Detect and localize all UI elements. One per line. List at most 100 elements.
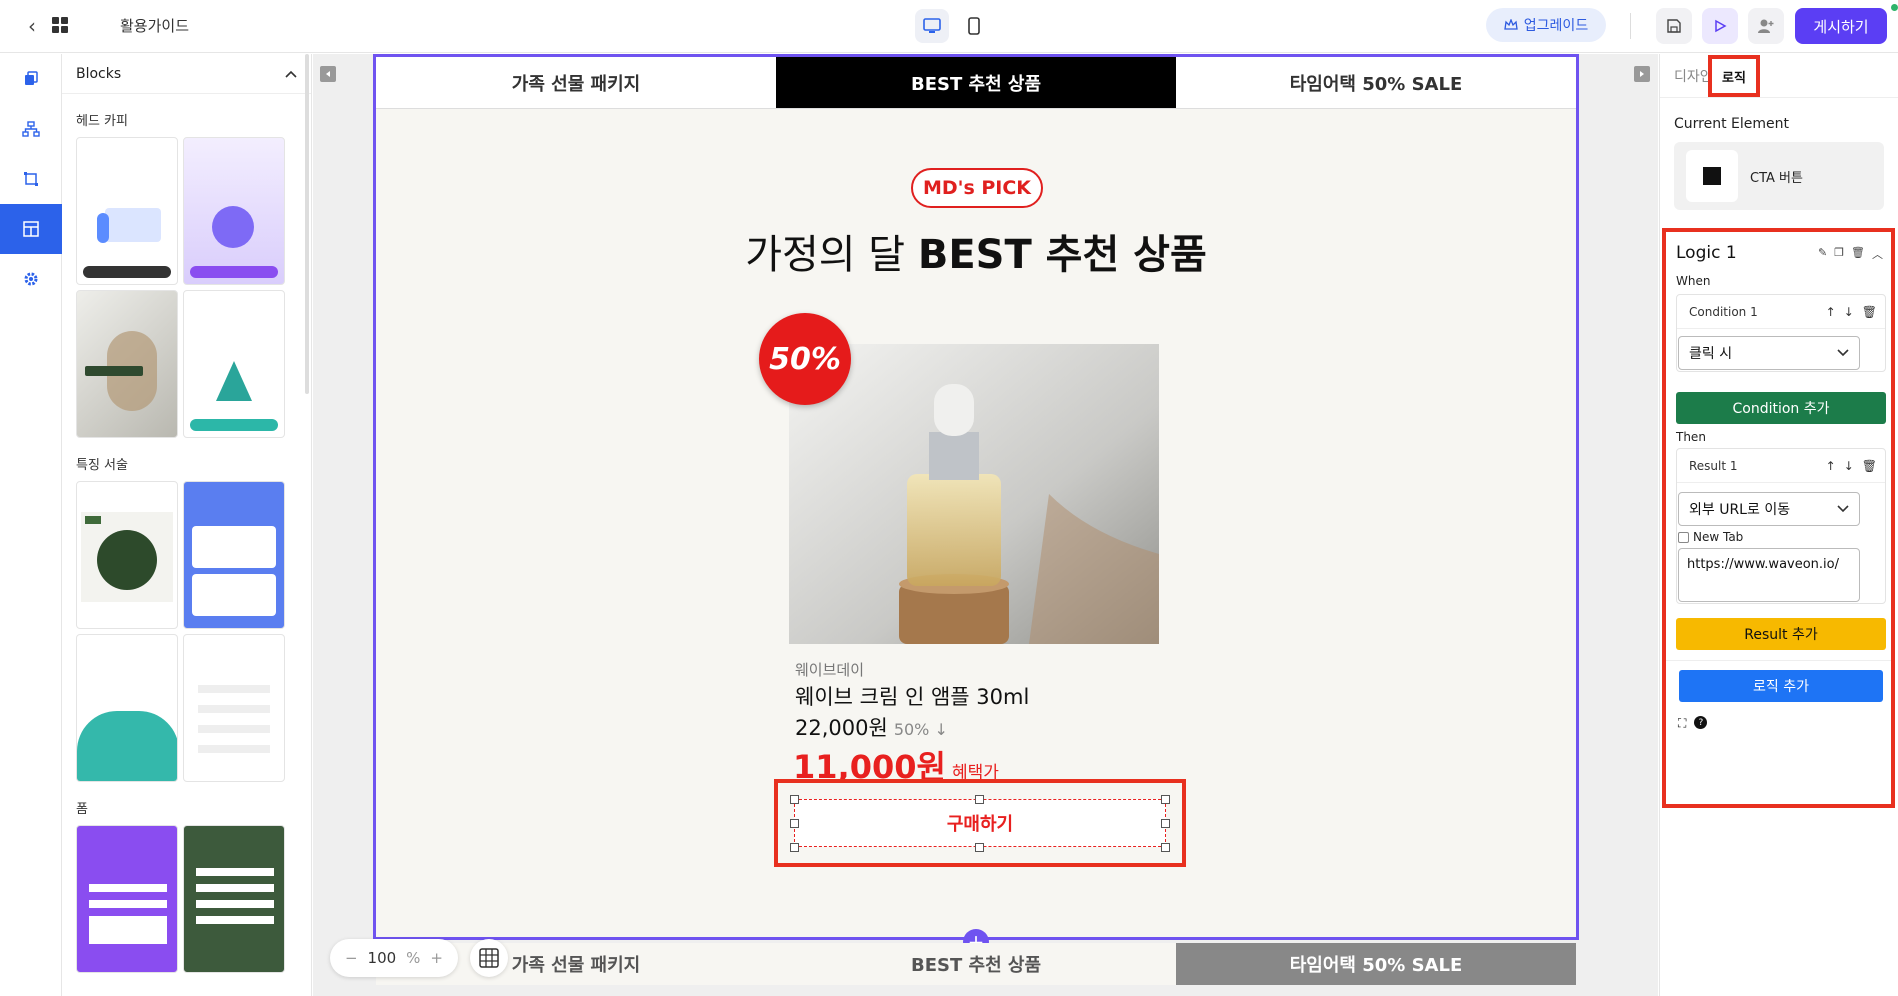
result-select[interactable]: 외부 URL로 이동 xyxy=(1678,492,1860,526)
pages-icon[interactable] xyxy=(0,54,62,104)
zoom-in-button[interactable]: + xyxy=(430,949,443,967)
mobile-icon[interactable] xyxy=(957,9,991,43)
condition-header: Condition 1 ↑ ↓ 🗑 xyxy=(1677,295,1885,329)
tab-family-gift[interactable]: 가족 선물 패키지 xyxy=(376,57,776,108)
block-thumbnail[interactable] xyxy=(76,825,178,973)
add-condition-button[interactable]: Condition 추가 xyxy=(1676,392,1886,424)
section-form: 폼 xyxy=(76,802,88,817)
block-thumbnail[interactable] xyxy=(183,290,285,438)
arrow-down-icon[interactable]: ↓ xyxy=(1844,459,1854,473)
panel-tabs: 디자인 로직 xyxy=(1660,54,1898,98)
tab-logic[interactable]: 로직 xyxy=(1708,55,1760,97)
when-label: When xyxy=(1676,274,1711,288)
trash-icon[interactable]: 🗑 xyxy=(1851,246,1865,262)
play-icon[interactable] xyxy=(1702,8,1738,44)
copy-icon[interactable]: ❐ xyxy=(1834,246,1844,262)
arrow-down-icon[interactable]: ↓ xyxy=(1844,305,1854,319)
block-thumbnail[interactable] xyxy=(76,481,178,629)
resize-handle[interactable] xyxy=(1161,795,1170,804)
user-add-icon[interactable] xyxy=(1748,8,1784,44)
section-tabs: 가족 선물 패키지 BEST 추천 상품 타임어택 50% SALE xyxy=(376,57,1576,109)
tab-best[interactable]: BEST 추천 상품 xyxy=(776,943,1176,985)
trash-icon[interactable]: 🗑 xyxy=(1862,305,1877,319)
grid-icon[interactable] xyxy=(52,17,68,33)
grid-toggle-icon[interactable] xyxy=(470,939,508,977)
upgrade-button[interactable]: 업그레이드 xyxy=(1486,8,1606,42)
condition-select-value: 클릭 시 xyxy=(1689,346,1733,362)
tab-time-attack[interactable]: 타임어택 50% SALE xyxy=(1176,57,1576,108)
resize-handle[interactable] xyxy=(975,795,984,804)
block-thumbnail[interactable] xyxy=(183,481,285,629)
blocks-scrollbar[interactable] xyxy=(305,54,309,394)
current-element-card[interactable]: CTA 버튼 xyxy=(1674,142,1884,210)
collapse-left-icon[interactable] xyxy=(320,66,336,82)
block-thumbnail[interactable] xyxy=(76,137,178,285)
edit-icon[interactable]: ✎ xyxy=(1818,246,1827,262)
checkbox-icon[interactable] xyxy=(1678,531,1689,543)
arrow-up-icon[interactable]: ↑ xyxy=(1826,459,1836,473)
md-pick-badge: MD's PICK xyxy=(911,168,1043,208)
save-icon[interactable] xyxy=(1656,8,1692,44)
device-switcher xyxy=(915,9,991,43)
desktop-icon[interactable] xyxy=(915,9,949,43)
status-dot xyxy=(1891,4,1898,11)
frame-icon[interactable] xyxy=(0,154,62,204)
publish-button[interactable]: 게시하기 xyxy=(1795,8,1887,44)
trash-icon[interactable]: 🗑 xyxy=(1862,459,1877,473)
resize-handle[interactable] xyxy=(1161,819,1170,828)
add-result-button[interactable]: Result 추가 xyxy=(1676,618,1886,650)
url-input[interactable]: https://www.waveon.io/ xyxy=(1678,548,1860,602)
resize-handle[interactable] xyxy=(1161,843,1170,852)
collapse-right-icon[interactable] xyxy=(1634,66,1650,82)
block-thumbnail[interactable] xyxy=(183,825,285,973)
logic-card: Logic 1 ✎ ❐ 🗑 ︿ When Condition 1 ↑ ↓ 🗑 클릭 … xyxy=(1662,228,1895,808)
discount-badge: 50% xyxy=(759,313,851,405)
new-tab-checkbox[interactable]: New Tab xyxy=(1678,530,1743,544)
chevron-left-icon[interactable]: ‹ xyxy=(28,14,36,38)
page-title: 활용가이드 xyxy=(120,17,190,35)
condition-title: Condition 1 xyxy=(1689,304,1758,319)
top-bar: ‹ 활용가이드 업그레이드 게시하기 xyxy=(0,0,1898,53)
condition-select[interactable]: 클릭 시 xyxy=(1678,336,1860,370)
divider xyxy=(1666,660,1891,661)
tab-best[interactable]: BEST 추천 상품 xyxy=(776,57,1176,108)
blocks-icon[interactable] xyxy=(0,204,62,254)
arrow-up-icon[interactable]: ↑ xyxy=(1826,305,1836,319)
product-image[interactable] xyxy=(789,344,1159,644)
resize-handle[interactable] xyxy=(975,843,984,852)
product-price: 22,000원 50% ↓ xyxy=(795,712,948,742)
help-icon[interactable]: ? xyxy=(1694,716,1708,729)
result-select-value: 외부 URL로 이동 xyxy=(1689,502,1791,518)
resize-handle[interactable] xyxy=(790,843,799,852)
block-thumbnail[interactable] xyxy=(76,290,178,438)
blocks-header[interactable]: Blocks xyxy=(62,54,311,94)
headline: 가정의 달 BEST 추천 상품 xyxy=(376,222,1576,280)
tab-design[interactable]: 디자인 xyxy=(1674,66,1713,86)
settings-icon[interactable] xyxy=(0,254,62,304)
left-rail xyxy=(0,54,62,996)
cta-button[interactable]: 구매하기 xyxy=(794,799,1166,847)
block-thumbnail[interactable] xyxy=(76,634,178,782)
result-title: Result 1 xyxy=(1689,458,1738,473)
block-thumbnail[interactable] xyxy=(183,137,285,285)
chevron-up-icon[interactable] xyxy=(285,70,297,78)
section-head-copy: 헤드 카피 xyxy=(76,114,128,129)
add-logic-button[interactable]: 로직 추가 xyxy=(1679,670,1883,702)
block-thumbnail[interactable] xyxy=(183,634,285,782)
current-element-name: CTA 버튼 xyxy=(1750,171,1803,186)
chevron-down-icon xyxy=(1837,505,1849,513)
logic-title: Logic 1 xyxy=(1676,243,1737,263)
section-features: 특징 서술 xyxy=(76,458,128,473)
headline-bold: BEST 추천 상품 xyxy=(917,232,1207,278)
zoom-out-button[interactable]: − xyxy=(345,949,358,967)
resize-handle[interactable] xyxy=(790,795,799,804)
zoom-value[interactable]: 100 xyxy=(368,949,397,967)
headline-normal: 가정의 달 xyxy=(745,232,918,278)
chevron-up-icon[interactable]: ︿ xyxy=(1872,246,1883,262)
sitemap-icon[interactable] xyxy=(0,104,62,154)
bottom-section-tabs: 가족 선물 패키지 BEST 추천 상품 타임어택 50% SALE xyxy=(376,943,1576,985)
resize-handle[interactable] xyxy=(790,819,799,828)
fullscreen-icon[interactable]: ⛶ xyxy=(1678,716,1686,731)
tab-time-attack[interactable]: 타임어택 50% SALE xyxy=(1176,943,1576,985)
upgrade-label: 업그레이드 xyxy=(1523,18,1589,34)
